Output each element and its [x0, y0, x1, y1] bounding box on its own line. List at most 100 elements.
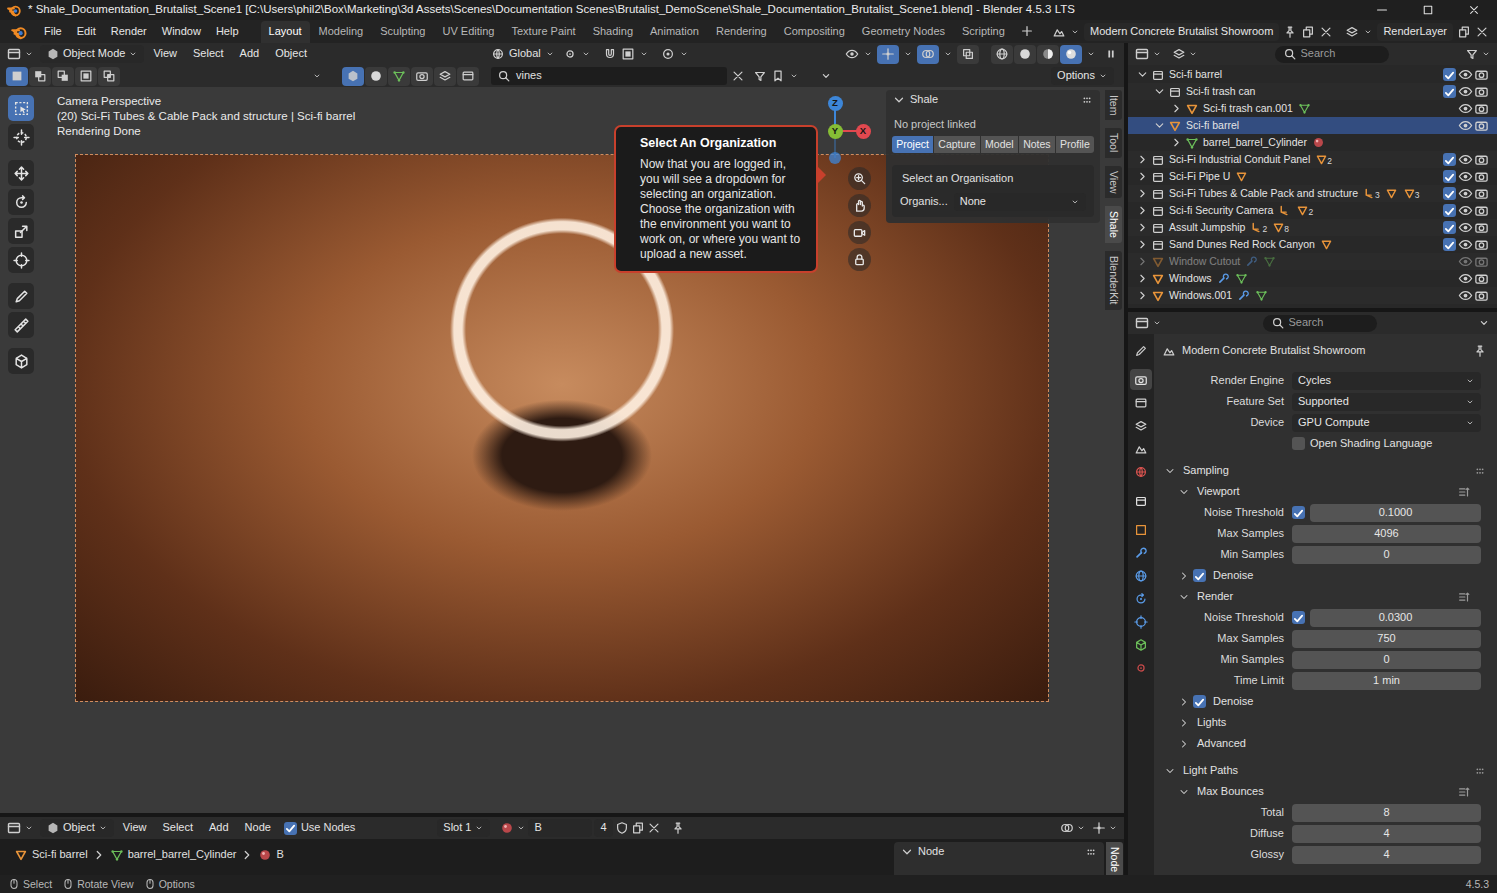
minimize-icon[interactable] [1359, 0, 1405, 20]
eye-icon[interactable] [1458, 186, 1473, 201]
select-mode[interactable] [29, 67, 51, 86]
nav-button[interactable] [848, 248, 871, 271]
viewport-canvas[interactable]: Camera Perspective(20) Sci-Fi Tubes & Ca… [0, 87, 1124, 813]
number-field[interactable]: 0 [1292, 546, 1481, 564]
navigation-gizmo[interactable]: ZYX [815, 95, 875, 169]
dropdown-icon[interactable] [1086, 46, 1096, 62]
options-icon[interactable] [1477, 316, 1491, 330]
editor-type-icon[interactable] [6, 46, 22, 62]
expand-arrow-icon[interactable] [1164, 465, 1176, 477]
tool-button[interactable] [8, 283, 34, 309]
outliner-row[interactable]: Window Cutout [1128, 253, 1497, 270]
close-icon[interactable] [1451, 0, 1497, 20]
menu-item[interactable]: Edit [70, 23, 103, 40]
outliner-item-label[interactable]: Sci-fi barrel [1186, 119, 1239, 132]
properties-tab[interactable] [1130, 611, 1152, 632]
menu-item[interactable]: Object [268, 45, 314, 62]
outliner-row[interactable]: Assult Jumpship28 [1128, 219, 1497, 236]
overlay-toggle[interactable] [917, 45, 939, 64]
mode-dropdown[interactable]: Object Mode [40, 45, 144, 63]
menu-item[interactable]: Node [238, 819, 278, 836]
properties-tab[interactable] [1130, 461, 1152, 482]
properties-tab[interactable] [1130, 519, 1152, 540]
child-item[interactable] [1263, 255, 1276, 268]
sidebar-tab[interactable]: Node [1106, 842, 1123, 877]
property-checkbox[interactable] [1292, 437, 1305, 450]
number-field[interactable]: 0.1000 [1310, 504, 1481, 522]
properties-tab[interactable] [1130, 490, 1152, 511]
expand-arrow-icon[interactable] [1178, 591, 1190, 603]
child-item[interactable] [1320, 238, 1333, 251]
outliner-row[interactable]: Sand Dunes Red Rock Canyon [1128, 236, 1497, 253]
dropdown-icon[interactable] [679, 46, 689, 62]
collapse-icon[interactable] [892, 93, 906, 107]
panel-header[interactable]: Denoise [1158, 565, 1487, 586]
dropdown-icon[interactable] [863, 46, 873, 62]
copy-icon[interactable] [1457, 25, 1471, 39]
properties-search-input[interactable] [1289, 316, 1369, 329]
child-item[interactable] [1298, 102, 1311, 115]
object-type-dropdown[interactable]: Object [40, 819, 114, 837]
outliner-row[interactable]: Sci-fi Security Camera2 [1128, 202, 1497, 219]
eye-icon[interactable] [1458, 118, 1473, 133]
expand-arrow-icon[interactable] [1136, 187, 1149, 200]
axis-handle[interactable]: X [856, 124, 871, 139]
panel-header[interactable]: Sampling [1158, 460, 1487, 481]
unlink-icon[interactable] [647, 821, 661, 835]
outliner-item-label[interactable]: Sci-fi Security Camera [1169, 204, 1273, 217]
workspace-tab[interactable]: Texture Paint [503, 21, 583, 43]
filter-icon[interactable] [1465, 47, 1479, 61]
number-field[interactable]: 8 [1292, 804, 1481, 822]
breadcrumb-item[interactable]: barrel_barrel_Cylinder [128, 848, 237, 861]
drag-handle-icon[interactable] [1473, 764, 1487, 778]
child-item[interactable] [1278, 204, 1291, 217]
dropdown-icon[interactable] [128, 46, 138, 62]
workspace-tab[interactable]: Rendering [708, 21, 775, 43]
breadcrumb-item[interactable]: Sci-fi barrel [32, 848, 88, 861]
preset-icon[interactable] [1457, 590, 1471, 604]
axis-handle[interactable]: Y [828, 124, 843, 139]
dropdown-icon[interactable] [1152, 46, 1162, 62]
clear-search-icon[interactable] [731, 69, 745, 83]
remove-icon[interactable] [1319, 25, 1333, 39]
workspace-tab[interactable]: Modeling [311, 21, 372, 43]
drag-handle-icon[interactable] [1473, 464, 1487, 478]
outliner-item-label[interactable]: barrel_barrel_Cylinder [1203, 136, 1307, 149]
workspace-tab[interactable]: UV Editing [434, 21, 502, 43]
menu-item[interactable]: View [146, 45, 184, 62]
dropdown-icon[interactable] [1363, 24, 1373, 40]
child-item[interactable] [1235, 272, 1248, 285]
child-item[interactable] [1312, 136, 1325, 149]
outliner-item-label[interactable]: Windows.001 [1169, 289, 1232, 302]
filter-toggle[interactable] [342, 67, 364, 86]
dropdown-icon[interactable] [1465, 394, 1475, 410]
tool-button[interactable] [8, 124, 34, 150]
eye-icon[interactable] [1458, 271, 1473, 286]
eye-icon[interactable] [1458, 254, 1473, 269]
tool-button[interactable] [8, 218, 34, 244]
preset-icon[interactable] [1457, 485, 1471, 499]
material-users[interactable]: 4 [594, 819, 612, 837]
dropdown-icon[interactable] [1070, 194, 1080, 210]
child-item[interactable]: 8 [1272, 221, 1289, 234]
drag-handle-icon[interactable] [1080, 93, 1094, 107]
expand-arrow-icon[interactable] [1136, 272, 1149, 285]
nav-button[interactable] [848, 167, 871, 190]
dropdown-icon[interactable] [1070, 24, 1080, 40]
outliner-item-label[interactable]: Sci-fi trash can.001 [1203, 102, 1293, 115]
panel-header[interactable]: Render [1158, 586, 1487, 607]
drag-handle-icon[interactable] [1084, 845, 1098, 859]
breadcrumb-item[interactable]: B [276, 848, 283, 861]
expand-arrow-icon[interactable] [1170, 136, 1183, 149]
exclude-checkbox[interactable] [1443, 221, 1456, 234]
shale-tab[interactable]: Profile [1056, 136, 1094, 153]
dropdown-icon[interactable] [474, 820, 484, 836]
exclude-checkbox[interactable] [1443, 170, 1456, 183]
exclude-checkbox[interactable] [1443, 187, 1456, 200]
tool-button[interactable] [8, 189, 34, 215]
node-canvas[interactable]: Sci-fi barrel barrel_barrel_Cylinder B Node… [0, 839, 1124, 877]
dropdown-icon[interactable] [98, 820, 108, 836]
filter-toggle[interactable] [434, 67, 456, 86]
expand-arrow-icon[interactable] [1136, 255, 1149, 268]
number-field[interactable]: 0 [1292, 651, 1481, 669]
